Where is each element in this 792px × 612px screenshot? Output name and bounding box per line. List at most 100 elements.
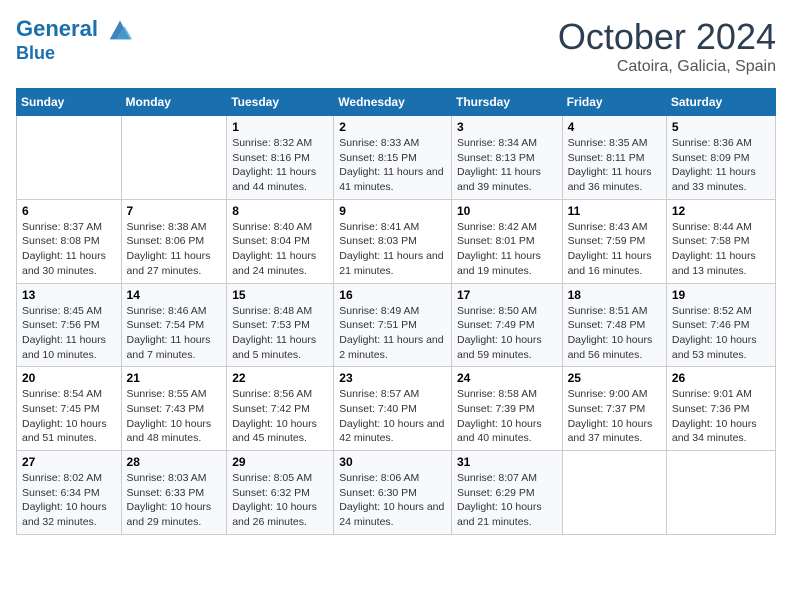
calendar-day-cell: 30Sunrise: 8:06 AMSunset: 6:30 PMDayligh…	[334, 451, 452, 535]
day-info: Sunrise: 8:07 AMSunset: 6:29 PMDaylight:…	[457, 471, 557, 530]
calendar-day-cell: 23Sunrise: 8:57 AMSunset: 7:40 PMDayligh…	[334, 367, 452, 451]
calendar-day-cell: 18 Sunrise: 8:51 AMSunset: 7:48 PMDayligh…	[562, 283, 666, 367]
day-info: Sunrise: 8:56 AMSunset: 7:42 PMDaylight:…	[232, 387, 328, 446]
month-title: October 2024	[558, 16, 776, 58]
day-number: 26	[672, 371, 770, 385]
day-info: Sunrise: 8:40 AMSunset: 8:04 PMDaylight:…	[232, 220, 328, 279]
day-number: 17	[457, 288, 557, 302]
day-number: 30	[339, 455, 446, 469]
calendar-day-cell: 12 Sunrise: 8:44 AMSunset: 7:58 PMDayligh…	[666, 199, 775, 283]
day-info: Sunrise: 8:33 AMSunset: 8:15 PMDaylight:…	[339, 136, 446, 195]
calendar-week-row: 27Sunrise: 8:02 AMSunset: 6:34 PMDayligh…	[17, 451, 776, 535]
day-of-week-header: Sunday	[17, 89, 122, 116]
day-number: 14	[127, 288, 222, 302]
logo-text: General	[16, 16, 134, 44]
logo-blue: Blue	[16, 44, 134, 64]
day-of-week-header: Monday	[121, 89, 227, 116]
calendar-day-cell: 31 Sunrise: 8:07 AMSunset: 6:29 PMDayligh…	[451, 451, 562, 535]
day-info: Sunrise: 8:50 AMSunset: 7:49 PMDaylight:…	[457, 304, 557, 363]
day-number: 9	[339, 204, 446, 218]
day-info: Sunrise: 8:02 AMSunset: 6:34 PMDaylight:…	[22, 471, 116, 530]
calendar-day-cell: 25 Sunrise: 9:00 AMSunset: 7:37 PMDayligh…	[562, 367, 666, 451]
day-info: Sunrise: 8:51 AMSunset: 7:48 PMDaylight:…	[568, 304, 661, 363]
day-info: Sunrise: 8:46 AMSunset: 7:54 PMDaylight:…	[127, 304, 222, 363]
day-info: Sunrise: 8:34 AMSunset: 8:13 PMDaylight:…	[457, 136, 557, 195]
day-info: Sunrise: 8:37 AMSunset: 8:08 PMDaylight:…	[22, 220, 116, 279]
calendar-day-cell	[121, 116, 227, 200]
day-number: 18	[568, 288, 661, 302]
calendar-day-cell: 1 Sunrise: 8:32 AMSunset: 8:16 PMDaylight…	[227, 116, 334, 200]
calendar-day-cell: 28 Sunrise: 8:03 AMSunset: 6:33 PMDayligh…	[121, 451, 227, 535]
calendar-week-row: 1 Sunrise: 8:32 AMSunset: 8:16 PMDaylight…	[17, 116, 776, 200]
calendar-day-cell	[666, 451, 775, 535]
calendar-day-cell: 22 Sunrise: 8:56 AMSunset: 7:42 PMDayligh…	[227, 367, 334, 451]
calendar-day-cell: 2 Sunrise: 8:33 AMSunset: 8:15 PMDaylight…	[334, 116, 452, 200]
day-of-week-header: Tuesday	[227, 89, 334, 116]
calendar-day-cell: 11 Sunrise: 8:43 AMSunset: 7:59 PMDayligh…	[562, 199, 666, 283]
calendar-day-cell	[17, 116, 122, 200]
day-number: 7	[127, 204, 222, 218]
day-number: 21	[127, 371, 222, 385]
day-number: 29	[232, 455, 328, 469]
day-info: Sunrise: 8:03 AMSunset: 6:33 PMDaylight:…	[127, 471, 222, 530]
calendar-day-cell: 16Sunrise: 8:49 AMSunset: 7:51 PMDayligh…	[334, 283, 452, 367]
calendar-day-cell: 24Sunrise: 8:58 AMSunset: 7:39 PMDayligh…	[451, 367, 562, 451]
day-info: Sunrise: 8:41 AMSunset: 8:03 PMDaylight:…	[339, 220, 446, 279]
day-number: 31	[457, 455, 557, 469]
day-info: Sunrise: 8:49 AMSunset: 7:51 PMDaylight:…	[339, 304, 446, 363]
calendar-day-cell: 27Sunrise: 8:02 AMSunset: 6:34 PMDayligh…	[17, 451, 122, 535]
title-block: October 2024 Catoira, Galicia, Spain	[558, 16, 776, 76]
day-number: 3	[457, 120, 557, 134]
day-of-week-header: Friday	[562, 89, 666, 116]
day-number: 19	[672, 288, 770, 302]
day-info: Sunrise: 9:00 AMSunset: 7:37 PMDaylight:…	[568, 387, 661, 446]
day-number: 4	[568, 120, 661, 134]
day-number: 28	[127, 455, 222, 469]
day-of-week-header: Wednesday	[334, 89, 452, 116]
calendar-day-cell: 19Sunrise: 8:52 AMSunset: 7:46 PMDayligh…	[666, 283, 775, 367]
calendar-day-cell: 14 Sunrise: 8:46 AMSunset: 7:54 PMDayligh…	[121, 283, 227, 367]
day-number: 2	[339, 120, 446, 134]
calendar-day-cell: 20 Sunrise: 8:54 AMSunset: 7:45 PMDayligh…	[17, 367, 122, 451]
day-number: 12	[672, 204, 770, 218]
day-info: Sunrise: 8:44 AMSunset: 7:58 PMDaylight:…	[672, 220, 770, 279]
day-number: 13	[22, 288, 116, 302]
location: Catoira, Galicia, Spain	[558, 58, 776, 76]
calendar-day-cell: 13Sunrise: 8:45 AMSunset: 7:56 PMDayligh…	[17, 283, 122, 367]
logo-icon	[106, 16, 134, 44]
day-info: Sunrise: 9:01 AMSunset: 7:36 PMDaylight:…	[672, 387, 770, 446]
calendar-table: SundayMondayTuesdayWednesdayThursdayFrid…	[16, 88, 776, 535]
day-of-week-header: Saturday	[666, 89, 775, 116]
day-number: 5	[672, 120, 770, 134]
day-number: 6	[22, 204, 116, 218]
calendar-week-row: 20 Sunrise: 8:54 AMSunset: 7:45 PMDayligh…	[17, 367, 776, 451]
calendar-day-cell: 6 Sunrise: 8:37 AMSunset: 8:08 PMDaylight…	[17, 199, 122, 283]
day-number: 23	[339, 371, 446, 385]
day-info: Sunrise: 8:55 AMSunset: 7:43 PMDaylight:…	[127, 387, 222, 446]
day-info: Sunrise: 8:54 AMSunset: 7:45 PMDaylight:…	[22, 387, 116, 446]
day-info: Sunrise: 8:05 AMSunset: 6:32 PMDaylight:…	[232, 471, 328, 530]
day-number: 8	[232, 204, 328, 218]
day-number: 20	[22, 371, 116, 385]
day-info: Sunrise: 8:38 AMSunset: 8:06 PMDaylight:…	[127, 220, 222, 279]
day-info: Sunrise: 8:35 AMSunset: 8:11 PMDaylight:…	[568, 136, 661, 195]
day-number: 11	[568, 204, 661, 218]
calendar-day-cell: 17 Sunrise: 8:50 AMSunset: 7:49 PMDayligh…	[451, 283, 562, 367]
logo: General Blue	[16, 16, 134, 64]
calendar-day-cell: 29 Sunrise: 8:05 AMSunset: 6:32 PMDayligh…	[227, 451, 334, 535]
calendar-day-cell: 10 Sunrise: 8:42 AMSunset: 8:01 PMDayligh…	[451, 199, 562, 283]
calendar-day-cell: 3 Sunrise: 8:34 AMSunset: 8:13 PMDaylight…	[451, 116, 562, 200]
day-number: 22	[232, 371, 328, 385]
day-number: 10	[457, 204, 557, 218]
calendar-day-cell: 9 Sunrise: 8:41 AMSunset: 8:03 PMDaylight…	[334, 199, 452, 283]
calendar-body: 1 Sunrise: 8:32 AMSunset: 8:16 PMDaylight…	[17, 116, 776, 535]
calendar-day-cell: 7 Sunrise: 8:38 AMSunset: 8:06 PMDaylight…	[121, 199, 227, 283]
day-info: Sunrise: 8:32 AMSunset: 8:16 PMDaylight:…	[232, 136, 328, 195]
day-info: Sunrise: 8:42 AMSunset: 8:01 PMDaylight:…	[457, 220, 557, 279]
calendar-day-cell: 15Sunrise: 8:48 AMSunset: 7:53 PMDayligh…	[227, 283, 334, 367]
day-number: 25	[568, 371, 661, 385]
day-info: Sunrise: 8:36 AMSunset: 8:09 PMDaylight:…	[672, 136, 770, 195]
day-number: 1	[232, 120, 328, 134]
calendar-day-cell: 21 Sunrise: 8:55 AMSunset: 7:43 PMDayligh…	[121, 367, 227, 451]
day-info: Sunrise: 8:43 AMSunset: 7:59 PMDaylight:…	[568, 220, 661, 279]
